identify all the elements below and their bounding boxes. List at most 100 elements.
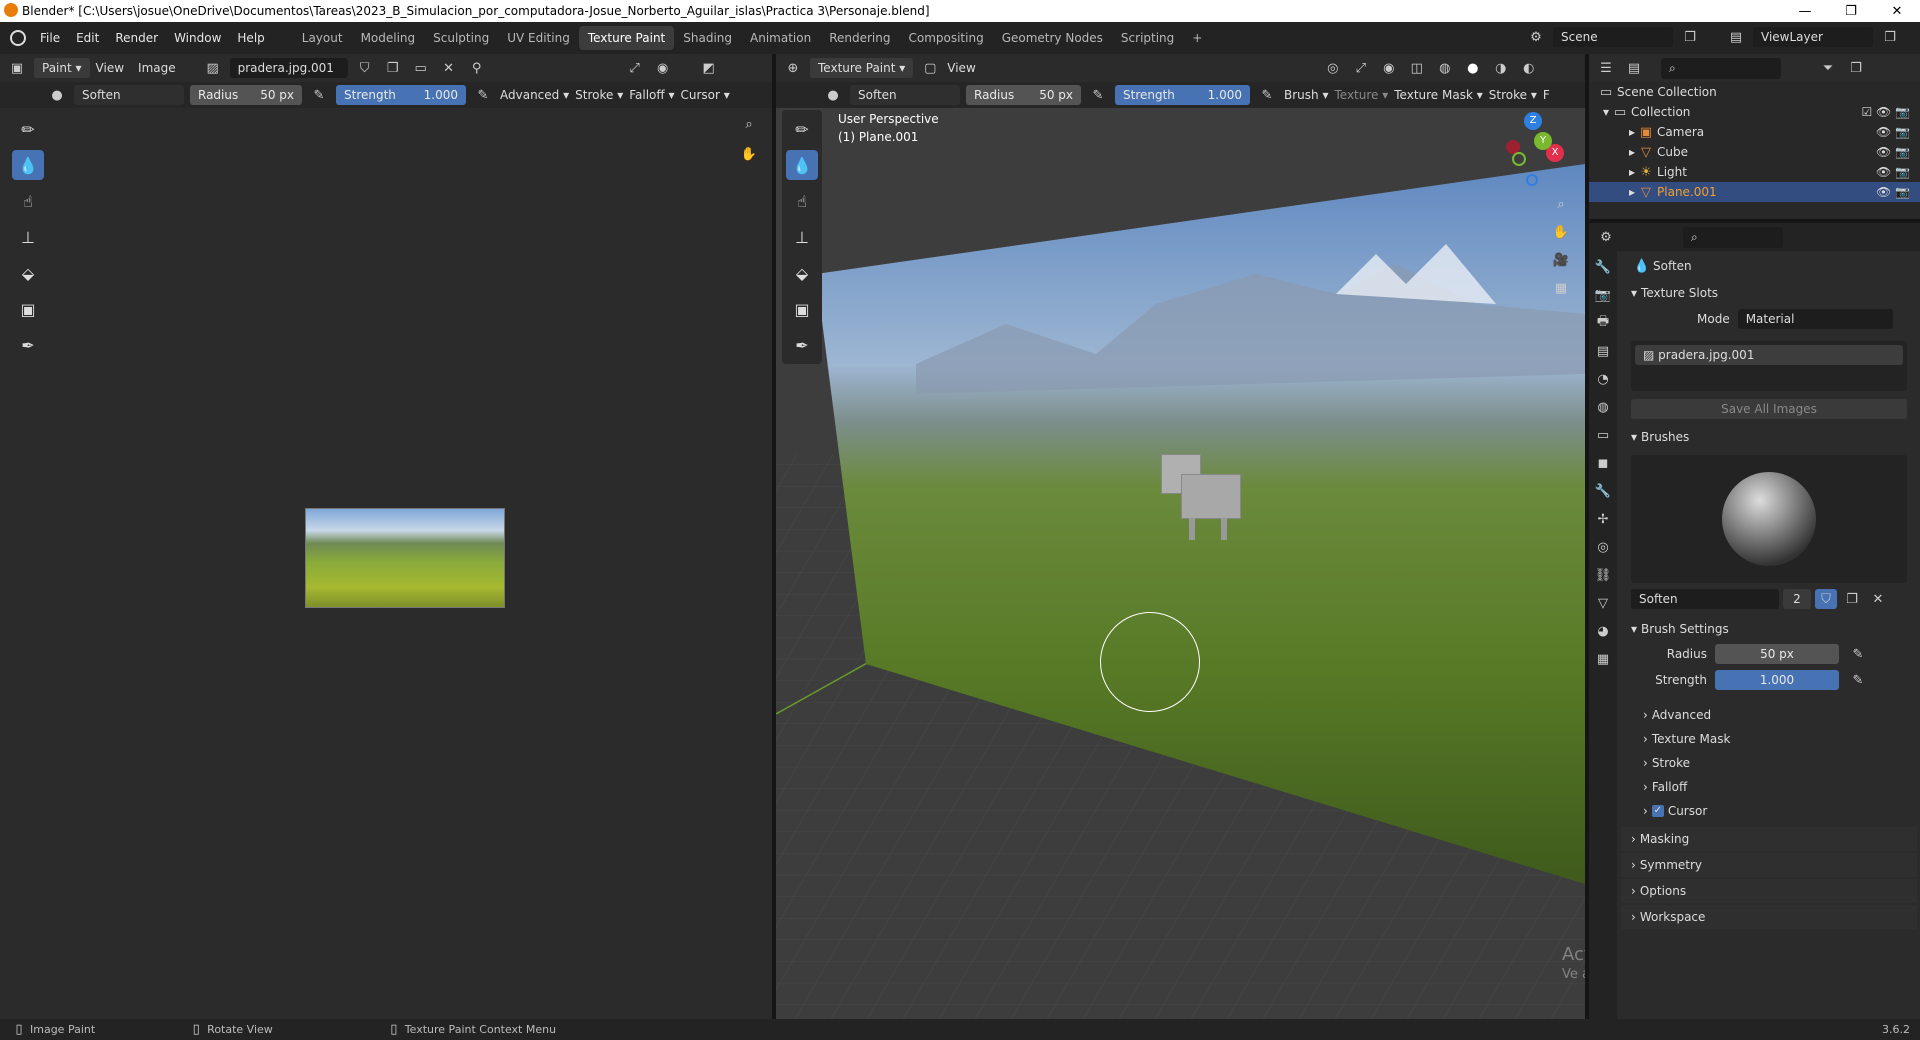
masking-panel[interactable]: › Masking [1621,827,1917,851]
duplicate-image-icon[interactable]: ❐ [382,58,404,78]
tab-layout[interactable]: Layout [293,26,352,50]
vp-zoom-icon[interactable]: ⌕ [1550,194,1572,214]
outliner-item-cube[interactable]: ▸ ▽ Cube 👁 📷 [1589,142,1920,162]
viewport-slots-icon[interactable]: ▢ [919,58,941,78]
viewport-strength-field[interactable]: Strength 1.000 [1115,85,1250,105]
minimize-button[interactable]: — [1782,0,1828,22]
gizmo-toggle-icon[interactable]: ⤢ [1350,58,1372,78]
wireframe-shading-icon[interactable]: ◍ [1434,58,1456,78]
visibility-icon[interactable]: ◎ [1322,58,1344,78]
maximize-button[interactable]: ❐ [1828,0,1874,22]
close-button[interactable]: ✕ [1874,0,1920,22]
soften-tool-icon[interactable]: 💧 [12,150,44,180]
view-layer-icon[interactable]: ▤ [1725,27,1747,47]
fake-user-icon[interactable]: ⛉ [354,58,376,78]
outliner-display-mode-icon[interactable]: ▤ [1623,58,1645,78]
props-strength-pressure-icon[interactable]: ✎ [1847,670,1869,690]
output-tab-icon[interactable]: 🖶 [1592,313,1614,333]
plane-visibility-icon[interactable]: 👁 📷 [1876,185,1910,199]
draw-tool-icon[interactable]: ✏ [12,114,44,144]
menu-render[interactable]: Render [107,31,166,45]
image-browse-icon[interactable]: ▨ [202,58,224,78]
constraints-tab-icon[interactable]: ⛓ [1592,565,1614,585]
viewport-radius-field[interactable]: Radius 50 px [966,85,1081,105]
cursor-checkbox[interactable]: ✓ [1651,805,1664,817]
vp-annotate-tool-icon[interactable]: ✒ [786,330,818,360]
zoom-icon[interactable]: ⌕ [738,114,760,134]
texture-mask-subpanel[interactable]: › Texture Mask [1621,727,1917,751]
overlay-icon[interactable]: ◉ [652,58,674,78]
outliner-search[interactable]: ⌕ [1661,57,1781,79]
props-strength-field[interactable]: 1.000 [1715,670,1839,690]
texture-slots-header[interactable]: ▾ Texture Slots [1621,281,1917,305]
image-mode-dropdown[interactable]: Paint ▾ [34,58,90,78]
vp-pan-icon[interactable]: ✋ [1550,222,1572,242]
options-panel[interactable]: › Options [1621,879,1917,903]
properties-search[interactable]: ⌕ [1683,226,1783,248]
collection-visibility-icon[interactable]: ☑ 👁 📷 [1861,105,1910,119]
object-tab-icon[interactable]: ◼ [1592,453,1614,473]
tab-texture-paint[interactable]: Texture Paint [578,26,675,50]
filter-icon[interactable]: ⏷ [1817,58,1839,78]
scene-selector[interactable]: Scene [1553,27,1673,47]
open-image-icon[interactable]: ▭ [410,58,432,78]
viewport-strength-pressure-icon[interactable]: ✎ [1256,85,1278,105]
stroke-subpanel[interactable]: › Stroke [1621,751,1917,775]
image-image-menu[interactable]: Image [138,61,176,75]
new-collection-icon[interactable]: ❐ [1845,58,1867,78]
cursor-menu[interactable]: Cursor ▾ [681,88,730,102]
view-layer-selector[interactable]: ViewLayer [1753,27,1873,47]
scene-icon[interactable]: ⚙ [1525,27,1547,47]
vp-draw-tool-icon[interactable]: ✏ [786,114,818,144]
menu-file[interactable]: File [32,31,68,45]
duplicate-brush-icon[interactable]: ❐ [1841,589,1863,609]
properties-editor-type-icon[interactable]: ⚙ [1595,227,1617,247]
vp-smear-tool-icon[interactable]: ☝ [786,186,818,216]
viewport-brush-selector[interactable]: Soften [850,85,960,105]
vp-camera-view-icon[interactable]: 🎥 [1550,250,1572,270]
workspace-panel[interactable]: › Workspace [1621,905,1917,929]
outliner-editor-type-icon[interactable]: ☰ [1595,58,1617,78]
vp-mask-tool-icon[interactable]: ▣ [786,294,818,324]
symmetry-panel[interactable]: › Symmetry [1621,853,1917,877]
clone-tool-icon[interactable]: ⊥ [12,222,44,252]
cursor-subpanel[interactable]: › ✓ Cursor [1621,799,1917,823]
material-tab-icon[interactable]: ◕ [1592,621,1614,641]
tab-sculpting[interactable]: Sculpting [424,26,498,50]
overlay-toggle-icon[interactable]: ◉ [1378,58,1400,78]
world-tab-icon[interactable]: ◍ [1592,397,1614,417]
brushes-header[interactable]: ▾ Brushes [1621,425,1917,449]
modifier-tab-icon[interactable]: 🔧 [1592,481,1614,501]
viewport-texture-menu[interactable]: Texture ▾ [1334,88,1388,102]
tab-scripting[interactable]: Scripting [1112,26,1183,50]
brush-preview[interactable] [1631,455,1907,583]
rendered-shading-icon[interactable]: ◐ [1518,58,1540,78]
tab-geometry-nodes[interactable]: Geometry Nodes [993,26,1112,50]
falloff-menu[interactable]: Falloff ▾ [629,88,674,102]
material-shading-icon[interactable]: ◑ [1490,58,1512,78]
radius-field[interactable]: Radius 50 px [190,85,302,105]
viewport-falloff-menu[interactable]: F [1543,88,1550,102]
menu-window[interactable]: Window [166,31,229,45]
vp-fill-tool-icon[interactable]: ⬙ [786,258,818,288]
blender-menu-icon[interactable] [10,30,26,46]
display-channels-icon[interactable]: ◩ [698,58,720,78]
uv-sync-icon[interactable]: ⤢ [624,58,646,78]
props-radius-field[interactable]: 50 px [1715,644,1839,664]
light-visibility-icon[interactable]: 👁 📷 [1876,165,1910,179]
mode-dropdown[interactable]: Material [1737,309,1893,329]
tab-compositing[interactable]: Compositing [899,26,992,50]
annotate-tool-icon[interactable]: ✒ [12,330,44,360]
outliner-collection[interactable]: ▾ ▭ Collection ☑ 👁 📷 [1589,102,1920,122]
gizmo-y-axis[interactable]: Y [1534,132,1552,150]
new-scene-icon[interactable]: ❐ [1679,27,1701,47]
viewport-texture-mask-menu[interactable]: Texture Mask ▾ [1394,88,1483,102]
tab-modeling[interactable]: Modeling [352,26,425,50]
particles-tab-icon[interactable]: ✢ [1592,509,1614,529]
pin-icon[interactable]: ⚲ [466,58,488,78]
props-radius-pressure-icon[interactable]: ✎ [1847,644,1869,664]
data-tab-icon[interactable]: ▽ [1592,593,1614,613]
collection-tab-icon[interactable]: ▭ [1592,425,1614,445]
tool-tab-icon[interactable]: 🔧 [1592,257,1614,277]
camera-visibility-icon[interactable]: 👁 📷 [1876,125,1910,139]
